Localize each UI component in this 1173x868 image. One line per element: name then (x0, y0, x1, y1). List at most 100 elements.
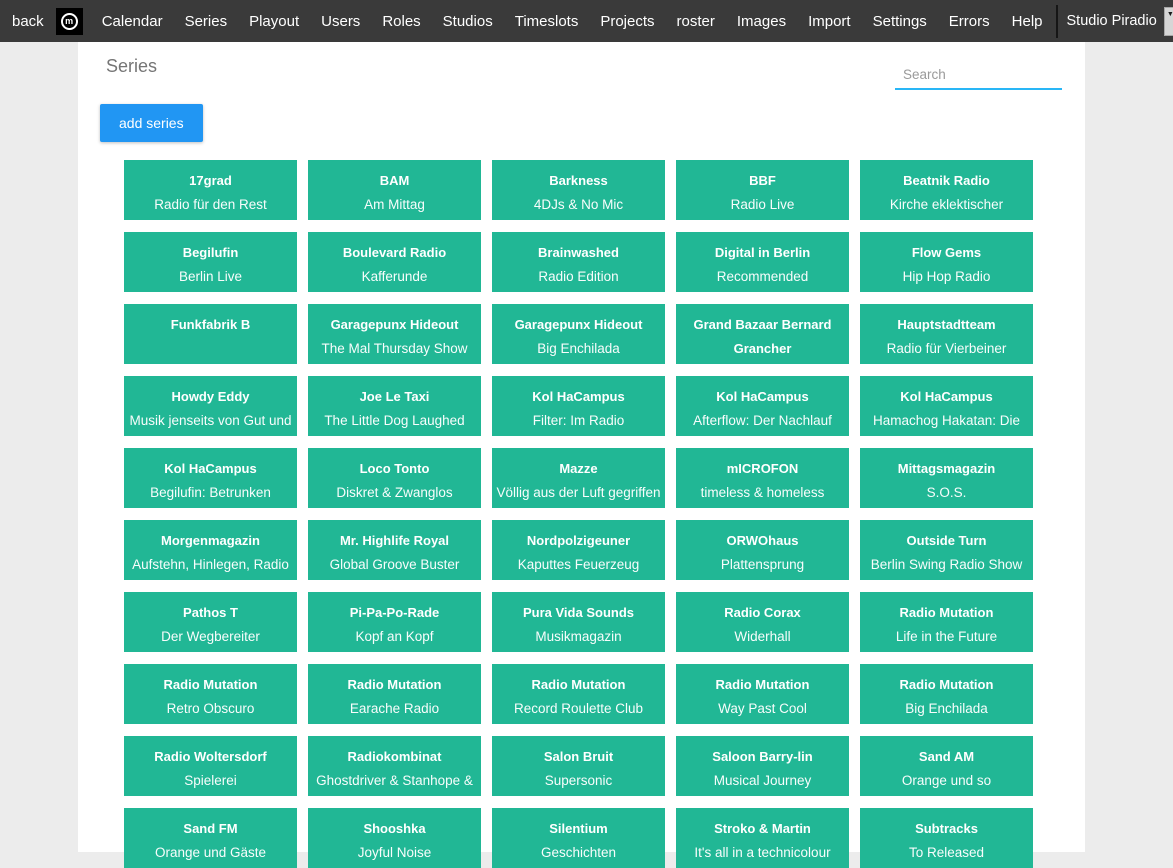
series-card[interactable]: ORWOhaus Plattensprung (676, 520, 849, 580)
series-card[interactable]: Kol HaCampus Hamachog Hakatan: Die (860, 376, 1033, 436)
series-card[interactable]: Kol HaCampus Filter: Im Radio (492, 376, 665, 436)
add-series-button[interactable]: add series (100, 104, 203, 142)
series-card[interactable]: Loco Tonto Diskret & Zwanglos (308, 448, 481, 508)
series-card[interactable]: Beatnik Radio Kirche eklektischer (860, 160, 1033, 220)
series-card[interactable]: Pathos T Der Wegbereiter (124, 592, 297, 652)
series-card-subtitle: Record Roulette Club (496, 697, 661, 721)
menu-item-projects[interactable]: Projects (589, 13, 665, 30)
series-card[interactable]: Salon Bruit Supersonic (492, 736, 665, 796)
series-card-title: Radiokombinat (312, 745, 477, 769)
series-card[interactable]: Shooshka Joyful Noise (308, 808, 481, 868)
menu-item-settings[interactable]: Settings (862, 13, 938, 30)
series-card-subtitle: Way Past Cool (680, 697, 845, 721)
series-card[interactable]: Radio Mutation Big Enchilada (860, 664, 1033, 724)
series-card[interactable]: Howdy Eddy Musik jenseits von Gut und (124, 376, 297, 436)
series-card-subtitle: The Little Dog Laughed (312, 409, 477, 433)
studio-select[interactable]: Studio Piradio ▼ (1056, 5, 1173, 38)
series-card-title: Funkfabrik B (128, 313, 293, 337)
series-card[interactable]: Garagepunx Hideout Big Enchilada (492, 304, 665, 364)
series-card-subtitle: Hamachog Hakatan: Die (864, 409, 1029, 433)
series-card[interactable]: Morgenmagazin Aufstehn, Hinlegen, Radio (124, 520, 297, 580)
series-card-title: Outside Turn (864, 529, 1029, 553)
series-card[interactable]: Radio Mutation Life in the Future (860, 592, 1033, 652)
series-card[interactable]: Joe Le Taxi The Little Dog Laughed (308, 376, 481, 436)
series-card-subtitle: Spielerei (128, 769, 293, 793)
menu-item-series[interactable]: Series (174, 13, 239, 30)
menu-item-calendar[interactable]: Calendar (91, 13, 174, 30)
series-card-title: Silentium (496, 817, 661, 841)
app-logo[interactable]: m (56, 8, 83, 35)
series-card-subtitle: Musical Journey (680, 769, 845, 793)
series-card[interactable]: Grand Bazaar Bernard Grancher (676, 304, 849, 364)
menu-item-timeslots[interactable]: Timeslots (504, 13, 590, 30)
series-card[interactable]: Mazze Völlig aus der Luft gegriffen (492, 448, 665, 508)
series-card-title: Radio Mutation (680, 673, 845, 697)
series-card[interactable]: mICROFON timeless & homeless (676, 448, 849, 508)
series-card[interactable]: Stroko & Martin It's all in a technicolo… (676, 808, 849, 868)
series-card[interactable]: Radio Corax Widerhall (676, 592, 849, 652)
series-card-subtitle: Aufstehn, Hinlegen, Radio (128, 553, 293, 577)
series-card[interactable]: Barkness 4DJs & No Mic (492, 160, 665, 220)
series-card-title: 17grad (128, 169, 293, 193)
series-card[interactable]: Mittagsmagazin S.O.S. (860, 448, 1033, 508)
series-card-subtitle: Big Enchilada (864, 697, 1029, 721)
studio-select-value: Studio Piradio (1067, 13, 1164, 29)
series-card[interactable]: Radiokombinat Ghostdriver & Stanhope & (308, 736, 481, 796)
series-card-title: Kol HaCampus (128, 457, 293, 481)
series-card-title: Barkness (496, 169, 661, 193)
menu-item-playout[interactable]: Playout (238, 13, 310, 30)
series-card[interactable]: Radio Mutation Retro Obscuro (124, 664, 297, 724)
series-card[interactable]: Begilufin Berlin Live (124, 232, 297, 292)
series-card-title: Garagepunx Hideout (312, 313, 477, 337)
menu-item-errors[interactable]: Errors (938, 13, 1001, 30)
series-card[interactable]: 17grad Radio für den Rest (124, 160, 297, 220)
series-card[interactable]: Sand AM Orange und so (860, 736, 1033, 796)
series-card[interactable]: Subtracks To Released (860, 808, 1033, 868)
menu-item-users[interactable]: Users (310, 13, 371, 30)
series-card-title: Garagepunx Hideout (496, 313, 661, 337)
menu-item-roster[interactable]: roster (666, 13, 726, 30)
series-card-title: Radio Mutation (864, 601, 1029, 625)
series-card[interactable]: Saloon Barry-lin Musical Journey (676, 736, 849, 796)
series-card-title: Radio Mutation (128, 673, 293, 697)
menu-item-images[interactable]: Images (726, 13, 797, 30)
menu-item-import[interactable]: Import (797, 13, 862, 30)
series-card[interactable]: BAM Am Mittag (308, 160, 481, 220)
series-card[interactable]: Pura Vida Sounds Musikmagazin (492, 592, 665, 652)
menu-item-studios[interactable]: Studios (432, 13, 504, 30)
series-card[interactable]: Radio Woltersdorf Spielerei (124, 736, 297, 796)
series-card[interactable]: Radio Mutation Earache Radio (308, 664, 481, 724)
series-card-title: Howdy Eddy (128, 385, 293, 409)
series-card[interactable]: Nordpolzigeuner Kaputtes Feuerzeug (492, 520, 665, 580)
series-card-title: Mittagsmagazin (864, 457, 1029, 481)
series-card[interactable]: Outside Turn Berlin Swing Radio Show (860, 520, 1033, 580)
series-card[interactable]: Hauptstadtteam Radio für Vierbeiner (860, 304, 1033, 364)
series-card-title: BAM (312, 169, 477, 193)
series-card[interactable]: Silentium Geschichten (492, 808, 665, 868)
series-card-title: Salon Bruit (496, 745, 661, 769)
series-card[interactable]: Kol HaCampus Afterflow: Der Nachlauf (676, 376, 849, 436)
studio-select-arrow: ▼ (1164, 7, 1173, 36)
series-card[interactable]: Mr. Highlife Royal Global Groove Buster (308, 520, 481, 580)
series-card-subtitle: Orange und so (864, 769, 1029, 793)
menu-item-roles[interactable]: Roles (371, 13, 431, 30)
series-card[interactable]: Sand FM Orange und Gäste (124, 808, 297, 868)
back-button[interactable]: back (10, 13, 52, 30)
series-card[interactable]: Brainwashed Radio Edition (492, 232, 665, 292)
series-card-subtitle: Berlin Live (128, 265, 293, 289)
series-card[interactable]: Digital in Berlin Recommended (676, 232, 849, 292)
series-card[interactable]: Kol HaCampus Begilufin: Betrunken (124, 448, 297, 508)
series-card[interactable]: Boulevard Radio Kafferunde (308, 232, 481, 292)
series-card[interactable]: Funkfabrik B (124, 304, 297, 364)
series-card-title: Pura Vida Sounds (496, 601, 661, 625)
series-card[interactable]: Radio Mutation Way Past Cool (676, 664, 849, 724)
series-card[interactable]: Flow Gems Hip Hop Radio (860, 232, 1033, 292)
series-card[interactable]: Radio Mutation Record Roulette Club (492, 664, 665, 724)
series-card-title: Beatnik Radio (864, 169, 1029, 193)
series-card[interactable]: Pi-Pa-Po-Rade Kopf an Kopf (308, 592, 481, 652)
menu-item-help[interactable]: Help (1001, 13, 1054, 30)
series-card[interactable]: Garagepunx Hideout The Mal Thursday Show (308, 304, 481, 364)
search-input[interactable] (895, 60, 1062, 90)
series-card[interactable]: BBF Radio Live (676, 160, 849, 220)
series-card-subtitle: Berlin Swing Radio Show (864, 553, 1029, 577)
